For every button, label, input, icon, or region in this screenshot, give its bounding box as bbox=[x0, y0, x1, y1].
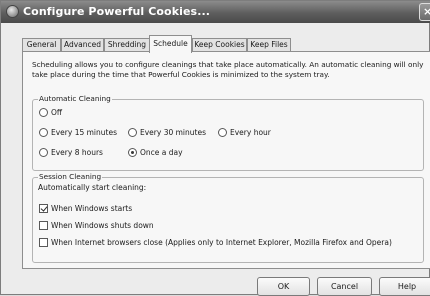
radio-every-15-minutes-indicator[interactable] bbox=[39, 128, 48, 137]
check-windows-shuts-down-label: When Windows shuts down bbox=[51, 221, 154, 230]
tab-schedule[interactable]: Schedule bbox=[149, 35, 192, 53]
tab-keep-files[interactable]: Keep Files bbox=[247, 38, 291, 52]
session-cleaning-group: Session Cleaning Automatically start cle… bbox=[32, 172, 424, 263]
check-browsers-close-label: When Internet browsers close (Applies on… bbox=[51, 238, 392, 247]
radio-every-15-minutes-label: Every 15 minutes bbox=[51, 128, 117, 137]
cookie-icon bbox=[6, 5, 19, 18]
ok-button[interactable]: OK bbox=[257, 277, 310, 296]
radio-every-hour-label: Every hour bbox=[230, 128, 271, 137]
check-windows-starts-box[interactable] bbox=[39, 204, 48, 213]
radio-once-a-day-indicator[interactable] bbox=[128, 148, 137, 157]
tab-general[interactable]: General bbox=[22, 38, 61, 52]
help-button[interactable]: Help bbox=[379, 277, 430, 296]
tab-shredding[interactable]: Shredding bbox=[104, 38, 150, 52]
radio-every-8-hours-label: Every 8 hours bbox=[51, 148, 103, 157]
window-title: Configure Powerful Cookies... bbox=[23, 5, 211, 18]
schedule-description: Scheduling allows you to configure clean… bbox=[32, 60, 424, 79]
radio-every-30-minutes-indicator[interactable] bbox=[128, 128, 137, 137]
check-windows-starts-label: When Windows starts bbox=[51, 204, 133, 213]
radio-off-indicator[interactable] bbox=[39, 108, 48, 117]
session-cleaning-legend: Session Cleaning bbox=[38, 172, 103, 182]
tab-keep-cookies[interactable]: Keep Cookies bbox=[192, 38, 247, 52]
radio-off-label: Off bbox=[51, 108, 63, 117]
title-bar[interactable]: Configure Powerful Cookies... × bbox=[1, 1, 430, 23]
radio-every-30-minutes-label: Every 30 minutes bbox=[140, 128, 206, 137]
automatic-cleaning-group: Automatic Cleaning Off Every 15 minutes … bbox=[32, 94, 424, 171]
automatic-cleaning-legend: Automatic Cleaning bbox=[38, 94, 112, 104]
radio-once-a-day-label: Once a day bbox=[140, 148, 183, 157]
session-cleaning-subtitle: Automatically start cleaning: bbox=[38, 183, 147, 192]
schedule-panel: Scheduling allows you to configure clean… bbox=[22, 51, 430, 269]
radio-every-hour-indicator[interactable] bbox=[218, 128, 227, 137]
close-button[interactable]: × bbox=[419, 3, 430, 21]
radio-every-8-hours-indicator[interactable] bbox=[39, 148, 48, 157]
check-windows-shuts-down-box[interactable] bbox=[39, 221, 48, 230]
check-browsers-close-box[interactable] bbox=[39, 238, 48, 247]
configure-dialog: Configure Powerful Cookies... × General … bbox=[0, 0, 430, 296]
cancel-button[interactable]: Cancel bbox=[317, 277, 372, 296]
tab-advanced[interactable]: Advanced bbox=[61, 38, 104, 52]
